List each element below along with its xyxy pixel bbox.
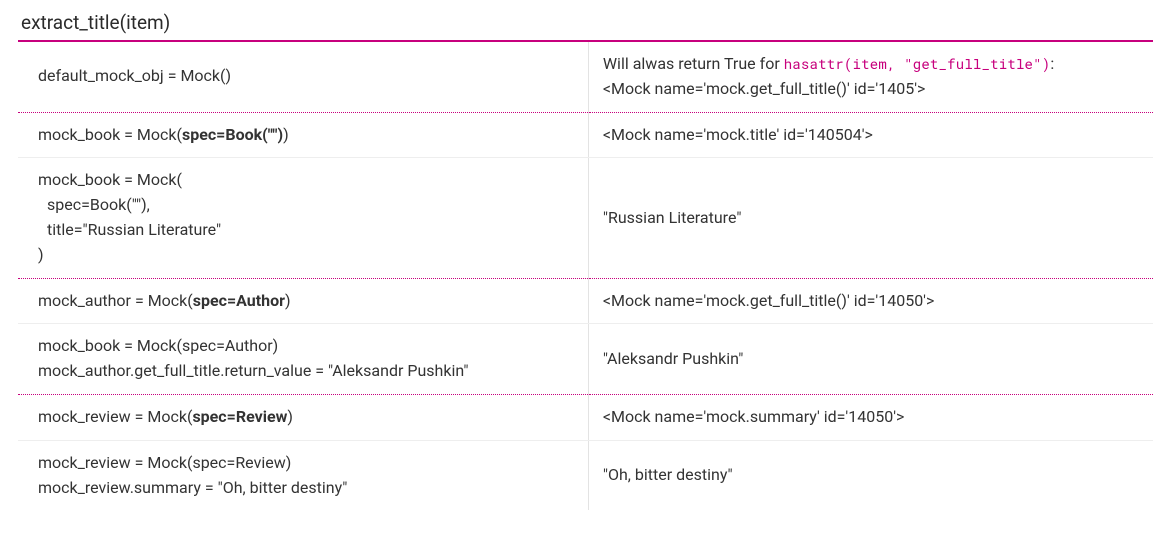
table-row: mock_book = Mock(spec=Author)mock_author… xyxy=(18,324,1153,395)
table-row: mock_author = Mock(spec=Author)<Mock nam… xyxy=(18,278,1153,324)
code-cell: mock_review = Mock(spec=Review) xyxy=(18,394,588,440)
table-row: mock_book = Mock(spec=Book(""),title="Ru… xyxy=(18,158,1153,278)
table-row: mock_review = Mock(spec=Review)mock_revi… xyxy=(18,440,1153,510)
table-row: mock_book = Mock(spec=Book(""))<Mock nam… xyxy=(18,112,1153,158)
result-cell: <Mock name='mock.title' id='140504'> xyxy=(588,112,1153,158)
table-row: default_mock_obj = Mock()Will alwas retu… xyxy=(18,42,1153,112)
document-wrapper: extract_title(item) default_mock_obj = M… xyxy=(0,0,1171,528)
result-cell: <Mock name='mock.get_full_title()' id='1… xyxy=(588,278,1153,324)
code-cell: mock_book = Mock(spec=Book(""),title="Ru… xyxy=(18,158,588,278)
result-cell: <Mock name='mock.summary' id='14050'> xyxy=(588,394,1153,440)
table-title: extract_title(item) xyxy=(18,5,1153,40)
code-cell: default_mock_obj = Mock() xyxy=(18,42,588,112)
result-cell: Will alwas return True for hasattr(item,… xyxy=(588,42,1153,112)
result-cell: "Oh, bitter destiny" xyxy=(588,440,1153,510)
code-cell: mock_book = Mock(spec=Author)mock_author… xyxy=(18,324,588,395)
code-cell: mock_review = Mock(spec=Review)mock_revi… xyxy=(18,440,588,510)
mock-examples-table: default_mock_obj = Mock()Will alwas retu… xyxy=(18,42,1153,510)
code-cell: mock_book = Mock(spec=Book("")) xyxy=(18,112,588,158)
result-cell: "Aleksandr Pushkin" xyxy=(588,324,1153,395)
result-cell: "Russian Literature" xyxy=(588,158,1153,278)
code-cell: mock_author = Mock(spec=Author) xyxy=(18,278,588,324)
table-row: mock_review = Mock(spec=Review)<Mock nam… xyxy=(18,394,1153,440)
